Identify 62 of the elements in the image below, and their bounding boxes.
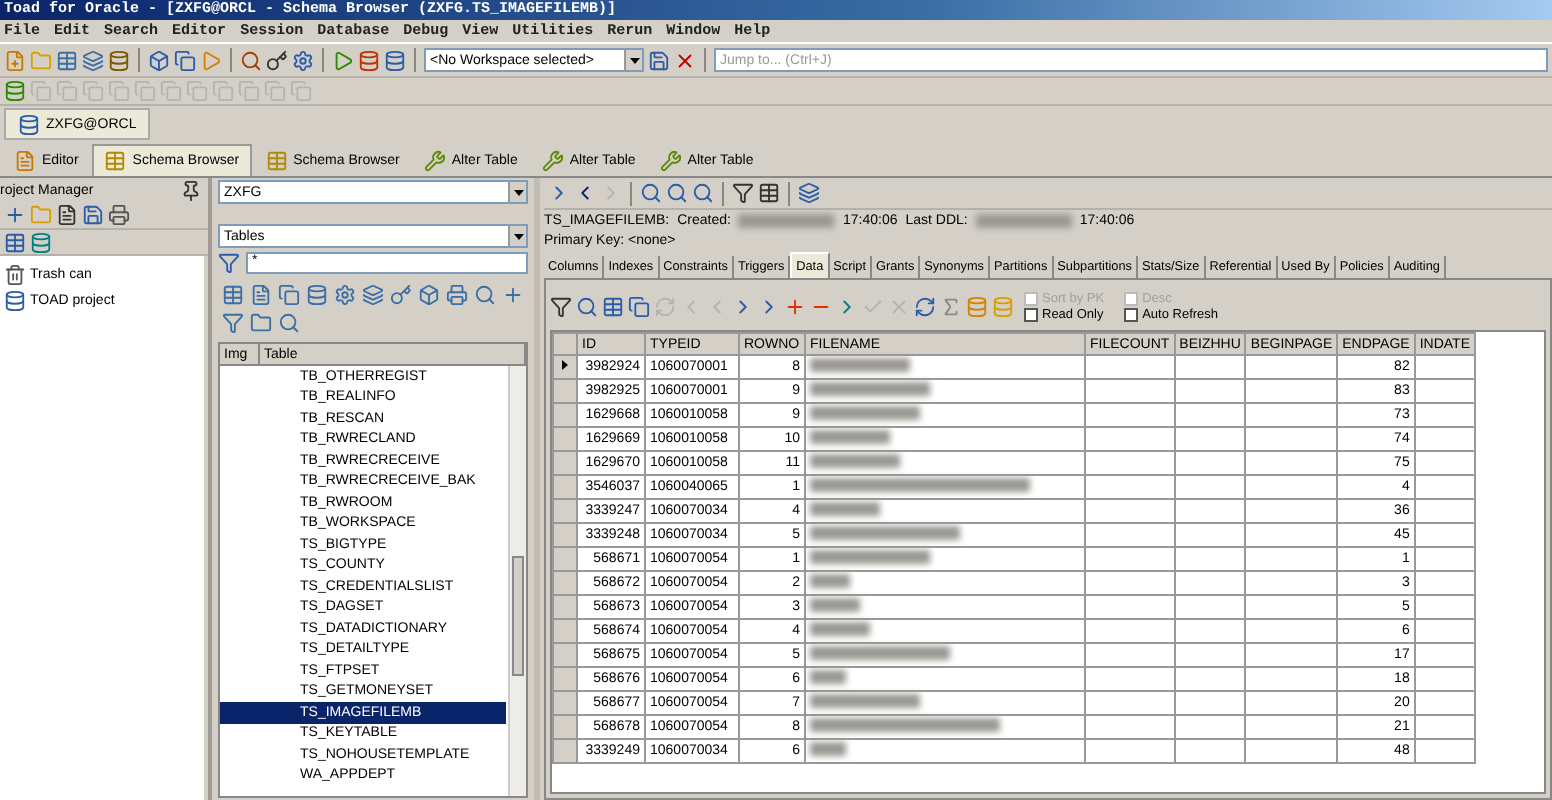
row-pointer-icon [560,360,570,370]
filter-icon[interactable] [732,182,754,204]
box-icon[interactable] [148,49,170,71]
play-icon[interactable] [332,49,354,71]
search-icon[interactable] [576,295,598,317]
refresh-icon[interactable] [914,295,936,317]
layers-icon[interactable] [362,284,384,306]
save-icon[interactable] [82,204,104,226]
layers-icon[interactable] [82,49,104,71]
search-icon[interactable] [640,182,662,204]
plus-icon[interactable] [4,204,26,226]
search-icon[interactable] [692,182,714,204]
table-icon[interactable] [602,295,624,317]
database-icon[interactable] [358,49,380,71]
search-icon[interactable] [278,312,300,334]
play-icon[interactable] [200,49,222,71]
blurred-text [810,358,910,372]
table-icon[interactable] [758,182,780,204]
database-icon[interactable] [4,80,26,102]
layers-icon[interactable] [798,182,820,204]
search-icon[interactable] [474,284,496,306]
printer-icon[interactable] [446,284,468,306]
sigma-icon[interactable] [940,295,962,317]
search-icon[interactable] [666,182,688,204]
dropdown-arrow-icon [513,231,523,241]
filter-icon[interactable] [218,252,240,274]
pin-icon[interactable] [180,179,202,201]
dropdown-arrow-icon [513,187,523,197]
printer-icon[interactable] [108,204,130,226]
wrench-icon[interactable] [659,149,682,171]
folder-icon[interactable] [250,312,272,334]
new-file-icon[interactable] [4,49,26,71]
database-icon[interactable] [18,113,40,135]
checkbox[interactable] [1124,307,1139,321]
blurred-date [975,213,1072,227]
wrench-icon[interactable] [541,149,564,171]
document-icon[interactable] [56,204,78,226]
blurred-date [738,213,835,227]
trash-icon[interactable] [4,264,26,286]
plus-icon[interactable] [784,295,806,317]
copy-icon[interactable] [174,49,196,71]
checkbox[interactable] [1024,307,1038,321]
database-icon[interactable] [384,49,406,71]
check-icon[interactable] [862,295,884,317]
settings-icon[interactable] [334,284,356,306]
search-icon[interactable] [240,49,262,71]
key-icon[interactable] [266,49,288,71]
database-icon[interactable] [4,290,26,312]
database-icon[interactable] [306,284,328,306]
plus-icon[interactable] [502,284,524,306]
dropdown-arrow-icon [629,55,639,65]
box-icon[interactable] [418,284,440,306]
wrench-icon[interactable] [423,149,446,171]
save-icon[interactable] [648,49,670,71]
settings-icon[interactable] [292,49,314,71]
close-icon[interactable] [674,49,696,71]
table-icon[interactable] [4,231,26,253]
copy-icon[interactable] [628,295,650,317]
database-icon[interactable] [108,49,130,71]
copy-icon[interactable] [278,284,300,306]
scrollbar[interactable] [508,366,526,796]
filter-icon[interactable] [550,295,572,317]
